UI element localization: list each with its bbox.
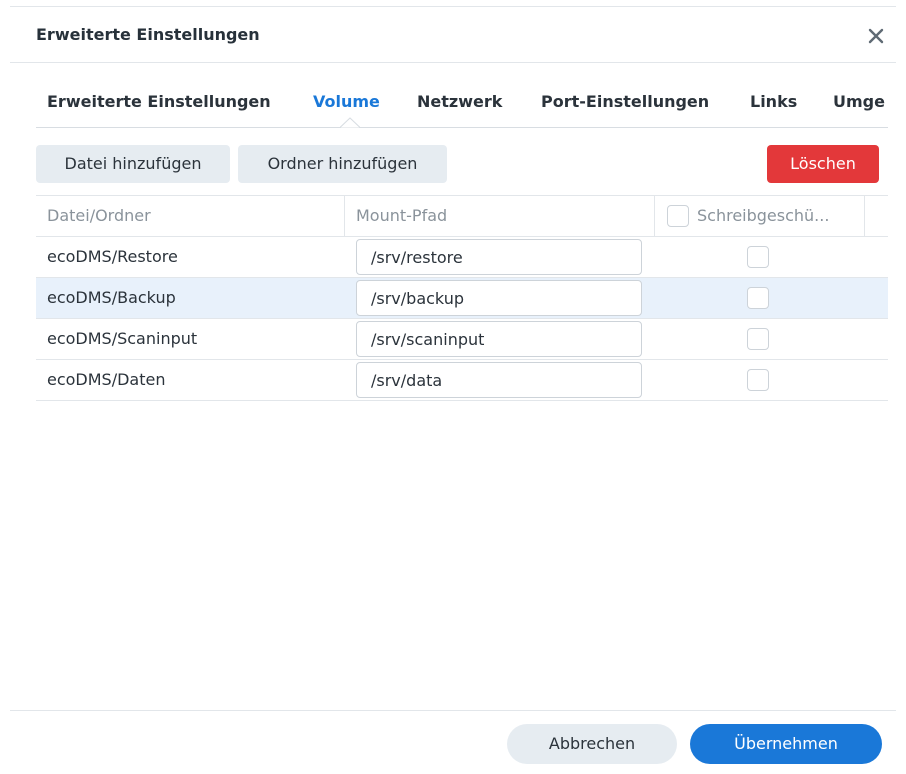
tab-volume[interactable]: Volume xyxy=(313,92,380,111)
mount-path-input[interactable] xyxy=(356,280,642,316)
table-row[interactable]: ecoDMS/Restore xyxy=(36,237,888,278)
row-name: ecoDMS/Scaninput xyxy=(47,329,198,348)
column-header-readonly[interactable]: Schreibgeschü... xyxy=(697,196,829,236)
tab-links[interactable]: Links xyxy=(750,92,797,111)
footer-divider xyxy=(10,710,896,711)
add-file-button[interactable]: Datei hinzufügen xyxy=(36,145,230,183)
dialog-title: Erweiterte Einstellungen xyxy=(36,25,260,44)
table-row[interactable]: ecoDMS/Daten xyxy=(36,360,888,401)
row-name: ecoDMS/Backup xyxy=(47,288,176,307)
mount-table: Datei/Ordner Mount-Pfad Schreibgeschü...… xyxy=(36,195,888,401)
row-name: ecoDMS/Daten xyxy=(47,370,166,389)
column-separator xyxy=(864,196,865,236)
readonly-checkbox[interactable] xyxy=(747,328,769,350)
tab-port-einstellungen[interactable]: Port-Einstellungen xyxy=(541,92,709,111)
advanced-settings-dialog: Erweiterte Einstellungen Erweiterte Eins… xyxy=(0,0,906,774)
column-separator xyxy=(344,196,345,236)
table-row[interactable]: ecoDMS/Backup xyxy=(36,278,888,319)
add-folder-button[interactable]: Ordner hinzufügen xyxy=(238,145,447,183)
readonly-checkbox[interactable] xyxy=(747,287,769,309)
top-divider xyxy=(10,6,896,7)
mount-path-input[interactable] xyxy=(356,239,642,275)
tab-erweiterte-einstellungen[interactable]: Erweiterte Einstellungen xyxy=(47,92,271,111)
close-icon xyxy=(868,28,884,44)
table-row[interactable]: ecoDMS/Scaninput xyxy=(36,319,888,360)
tab-umge[interactable]: Umge xyxy=(833,92,885,111)
readonly-checkbox[interactable] xyxy=(747,369,769,391)
tab-bar: Erweiterte Einstellungen Volume Netzwerk… xyxy=(36,84,888,128)
delete-button[interactable]: Löschen xyxy=(767,145,879,183)
close-button[interactable] xyxy=(864,24,888,48)
tab-netzwerk[interactable]: Netzwerk xyxy=(417,92,502,111)
column-header-file-folder[interactable]: Datei/Ordner xyxy=(47,196,151,236)
readonly-checkbox[interactable] xyxy=(747,246,769,268)
table-header: Datei/Ordner Mount-Pfad Schreibgeschü... xyxy=(36,195,888,237)
mount-path-input[interactable] xyxy=(356,321,642,357)
select-all-readonly-checkbox[interactable] xyxy=(667,205,689,227)
apply-button[interactable]: Übernehmen xyxy=(690,724,882,764)
column-separator xyxy=(654,196,655,236)
cancel-button[interactable]: Abbrechen xyxy=(507,724,677,764)
column-header-mount-path[interactable]: Mount-Pfad xyxy=(356,196,447,236)
mount-path-input[interactable] xyxy=(356,362,642,398)
header-divider xyxy=(10,62,896,63)
row-name: ecoDMS/Restore xyxy=(47,247,178,266)
